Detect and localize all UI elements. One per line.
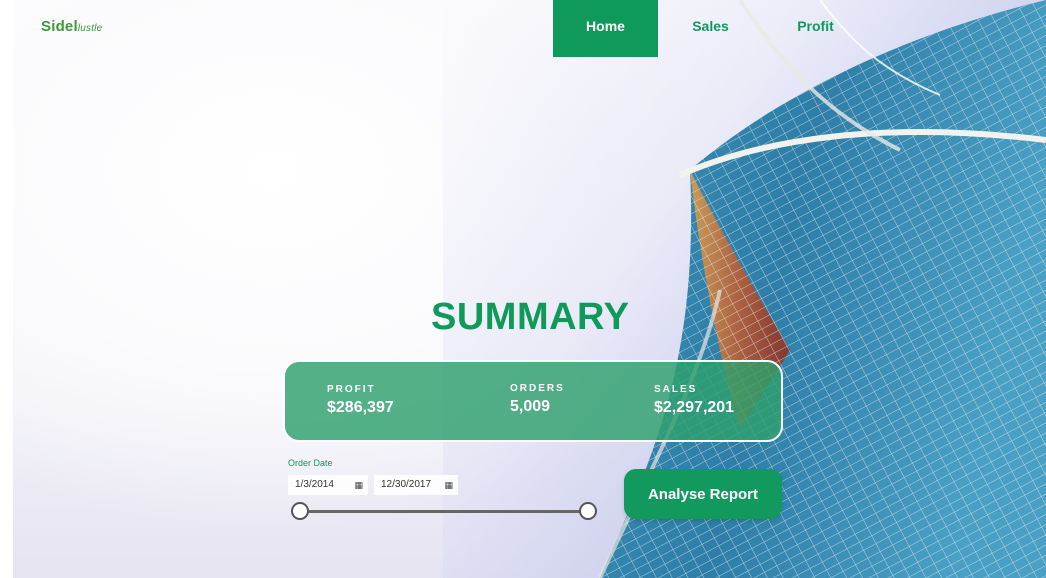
order-date-label: Order Date	[288, 458, 333, 468]
page-title: SUMMARY	[431, 296, 630, 338]
brand-logo: Sidellustle	[41, 18, 103, 35]
kpi-profit: PROFIT $286,397	[327, 384, 394, 417]
kpi-sales-label: SALES	[654, 384, 698, 395]
end-date-input[interactable]: 12/30/2017 ▦	[374, 475, 458, 495]
start-date-value: 1/3/2014	[295, 479, 334, 490]
kpi-orders-value: 5,009	[510, 398, 551, 415]
kpi-sales-value: $2,297,201	[654, 399, 735, 416]
kpi-sales: SALES $2,297,201	[654, 384, 734, 417]
analyse-report-button[interactable]: Analyse Report	[624, 469, 782, 519]
tab-sales[interactable]: Sales	[658, 0, 763, 57]
slider-end-handle[interactable]	[579, 502, 597, 520]
slider-start-handle[interactable]	[291, 502, 309, 520]
start-date-input[interactable]: 1/3/2014 ▦	[288, 475, 368, 495]
kpi-card: PROFIT $286,397 ORDERS 5,009 SALES $2,29…	[283, 360, 783, 442]
kpi-orders: ORDERS 5,009	[510, 383, 565, 416]
tab-home[interactable]: Home	[553, 0, 658, 57]
top-nav: Home Sales Profit	[553, 0, 868, 57]
calendar-icon[interactable]: ▦	[444, 475, 453, 495]
tab-profit[interactable]: Profit	[763, 0, 868, 57]
kpi-profit-value: $286,397	[327, 399, 394, 416]
kpi-profit-label: PROFIT	[327, 384, 376, 395]
calendar-icon[interactable]: ▦	[354, 475, 363, 495]
date-range-slider[interactable]	[300, 510, 588, 513]
kpi-orders-label: ORDERS	[510, 383, 565, 394]
end-date-value: 12/30/2017	[381, 479, 432, 490]
tower-image	[598, 0, 1046, 578]
